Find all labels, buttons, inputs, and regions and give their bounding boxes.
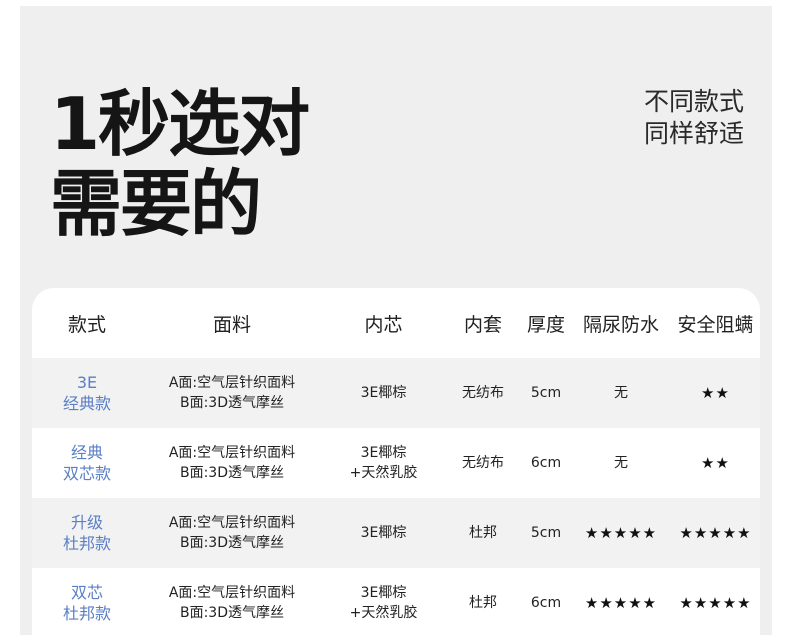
model-line: 双芯款 bbox=[62, 464, 111, 483]
cell-fabric: A面:空气层针织面料 B面:3D透气摩丝 bbox=[142, 358, 322, 428]
header-waterproof: 隔尿防水 bbox=[582, 313, 659, 336]
table-row: 经典 双芯款 A面:空气层针织面料 B面:3D透气摩丝 3E椰棕 +天然乳胶 无… bbox=[32, 428, 760, 498]
fabric-line: A面:空气层针织面料 bbox=[168, 375, 296, 391]
core-line: +天然乳胶 bbox=[349, 605, 418, 621]
header-core: 内芯 bbox=[364, 313, 403, 336]
cell-cover: 无纺布 bbox=[445, 358, 521, 428]
header-anti-mite: 安全阻螨 bbox=[677, 313, 754, 336]
comparison-table: 款式 面料 内芯 内套 厚度 隔尿防水 安全阻螨 3E 经典款 A面:空气层针织… bbox=[32, 288, 760, 635]
fabric-line: A面:空气层针织面料 bbox=[168, 445, 296, 461]
core-line: +天然乳胶 bbox=[349, 465, 418, 481]
core-line: 3E椰棕 bbox=[360, 585, 407, 601]
headline-line-1: 1秒选对 bbox=[50, 82, 310, 166]
cell-thickness: 5cm bbox=[521, 358, 571, 428]
cell-cover: 无纺布 bbox=[462, 455, 504, 471]
cell-anti-mite: ★★ bbox=[671, 358, 760, 428]
cell-cover: 杜邦 bbox=[469, 595, 497, 611]
cell-anti-mite: ★★★★★ bbox=[671, 498, 760, 568]
tagline: 不同款式 同样舒适 bbox=[644, 86, 744, 150]
fabric-line: B面:3D透气摩丝 bbox=[179, 605, 284, 621]
headline-line-2: 需要的 bbox=[50, 162, 262, 246]
model-line: 杜邦款 bbox=[62, 604, 111, 623]
model-line: 经典款 bbox=[62, 394, 111, 413]
model-line: 升级 bbox=[70, 513, 103, 532]
fabric-line: A面:空气层针织面料 bbox=[168, 515, 296, 531]
tagline-line-1: 不同款式 bbox=[643, 87, 744, 116]
fabric-line: A面:空气层针织面料 bbox=[168, 585, 296, 601]
cell-fabric: A面:空气层针织面料 B面:3D透气摩丝 bbox=[142, 568, 322, 635]
cell-anti-mite: ★★ bbox=[701, 454, 730, 472]
model-line: 经典 bbox=[70, 443, 103, 462]
fabric-line: B面:3D透气摩丝 bbox=[179, 395, 284, 411]
tagline-line-2: 同样舒适 bbox=[643, 119, 744, 148]
model-line: 双芯 bbox=[70, 583, 103, 602]
cell-waterproof: ★★★★★ bbox=[571, 498, 671, 568]
cell-core: 3E椰棕 bbox=[322, 498, 445, 568]
cell-waterproof: 无 bbox=[614, 455, 628, 471]
cell-fabric: A面:空气层针织面料 B面:3D透气摩丝 bbox=[142, 498, 322, 568]
table-row: 双芯 杜邦款 A面:空气层针织面料 B面:3D透气摩丝 3E椰棕 +天然乳胶 杜… bbox=[32, 568, 760, 635]
model-line: 3E bbox=[76, 373, 98, 392]
cell-core: 3E椰棕 +天然乳胶 bbox=[322, 428, 445, 498]
cell-model: 双芯 杜邦款 bbox=[32, 568, 142, 635]
headline: 1秒选对 需要的 bbox=[50, 82, 310, 246]
background-panel: 1秒选对 需要的 不同款式 同样舒适 款式 面料 内芯 内套 厚度 隔尿防水 安… bbox=[20, 6, 772, 635]
table-header-row: 款式 面料 内芯 内套 厚度 隔尿防水 安全阻螨 bbox=[32, 288, 760, 358]
cell-thickness: 6cm bbox=[530, 455, 562, 471]
core-line: 3E椰棕 bbox=[360, 445, 407, 461]
cell-model: 3E 经典款 bbox=[32, 358, 142, 428]
cell-core: 3E椰棕 bbox=[322, 358, 445, 428]
cell-model: 升级 杜邦款 bbox=[32, 498, 142, 568]
table-row: 3E 经典款 A面:空气层针织面料 B面:3D透气摩丝 3E椰棕 无纺布 5cm… bbox=[32, 358, 760, 428]
cell-waterproof: ★★★★★ bbox=[584, 594, 658, 612]
cell-waterproof: 无 bbox=[571, 358, 671, 428]
core-line: 3E椰棕 bbox=[360, 385, 407, 401]
cell-core: 3E椰棕 +天然乳胶 bbox=[322, 568, 445, 635]
cell-thickness: 5cm bbox=[521, 498, 571, 568]
model-line: 杜邦款 bbox=[62, 534, 111, 553]
fabric-line: B面:3D透气摩丝 bbox=[179, 465, 284, 481]
table-row: 升级 杜邦款 A面:空气层针织面料 B面:3D透气摩丝 3E椰棕 杜邦 5cm … bbox=[32, 498, 760, 568]
comparison-card: 款式 面料 内芯 内套 厚度 隔尿防水 安全阻螨 3E 经典款 A面:空气层针织… bbox=[32, 288, 760, 635]
header-model: 款式 bbox=[67, 313, 106, 336]
header-fabric: 面料 bbox=[212, 313, 251, 336]
cell-thickness: 6cm bbox=[530, 595, 562, 611]
cell-cover: 杜邦 bbox=[445, 498, 521, 568]
core-line: 3E椰棕 bbox=[360, 525, 407, 541]
header-thickness: 厚度 bbox=[526, 313, 565, 336]
cell-model: 经典 双芯款 bbox=[32, 428, 142, 498]
header-cover: 内套 bbox=[463, 313, 502, 336]
cell-anti-mite: ★★★★★ bbox=[679, 594, 752, 612]
cell-fabric: A面:空气层针织面料 B面:3D透气摩丝 bbox=[142, 428, 322, 498]
fabric-line: B面:3D透气摩丝 bbox=[179, 535, 284, 551]
